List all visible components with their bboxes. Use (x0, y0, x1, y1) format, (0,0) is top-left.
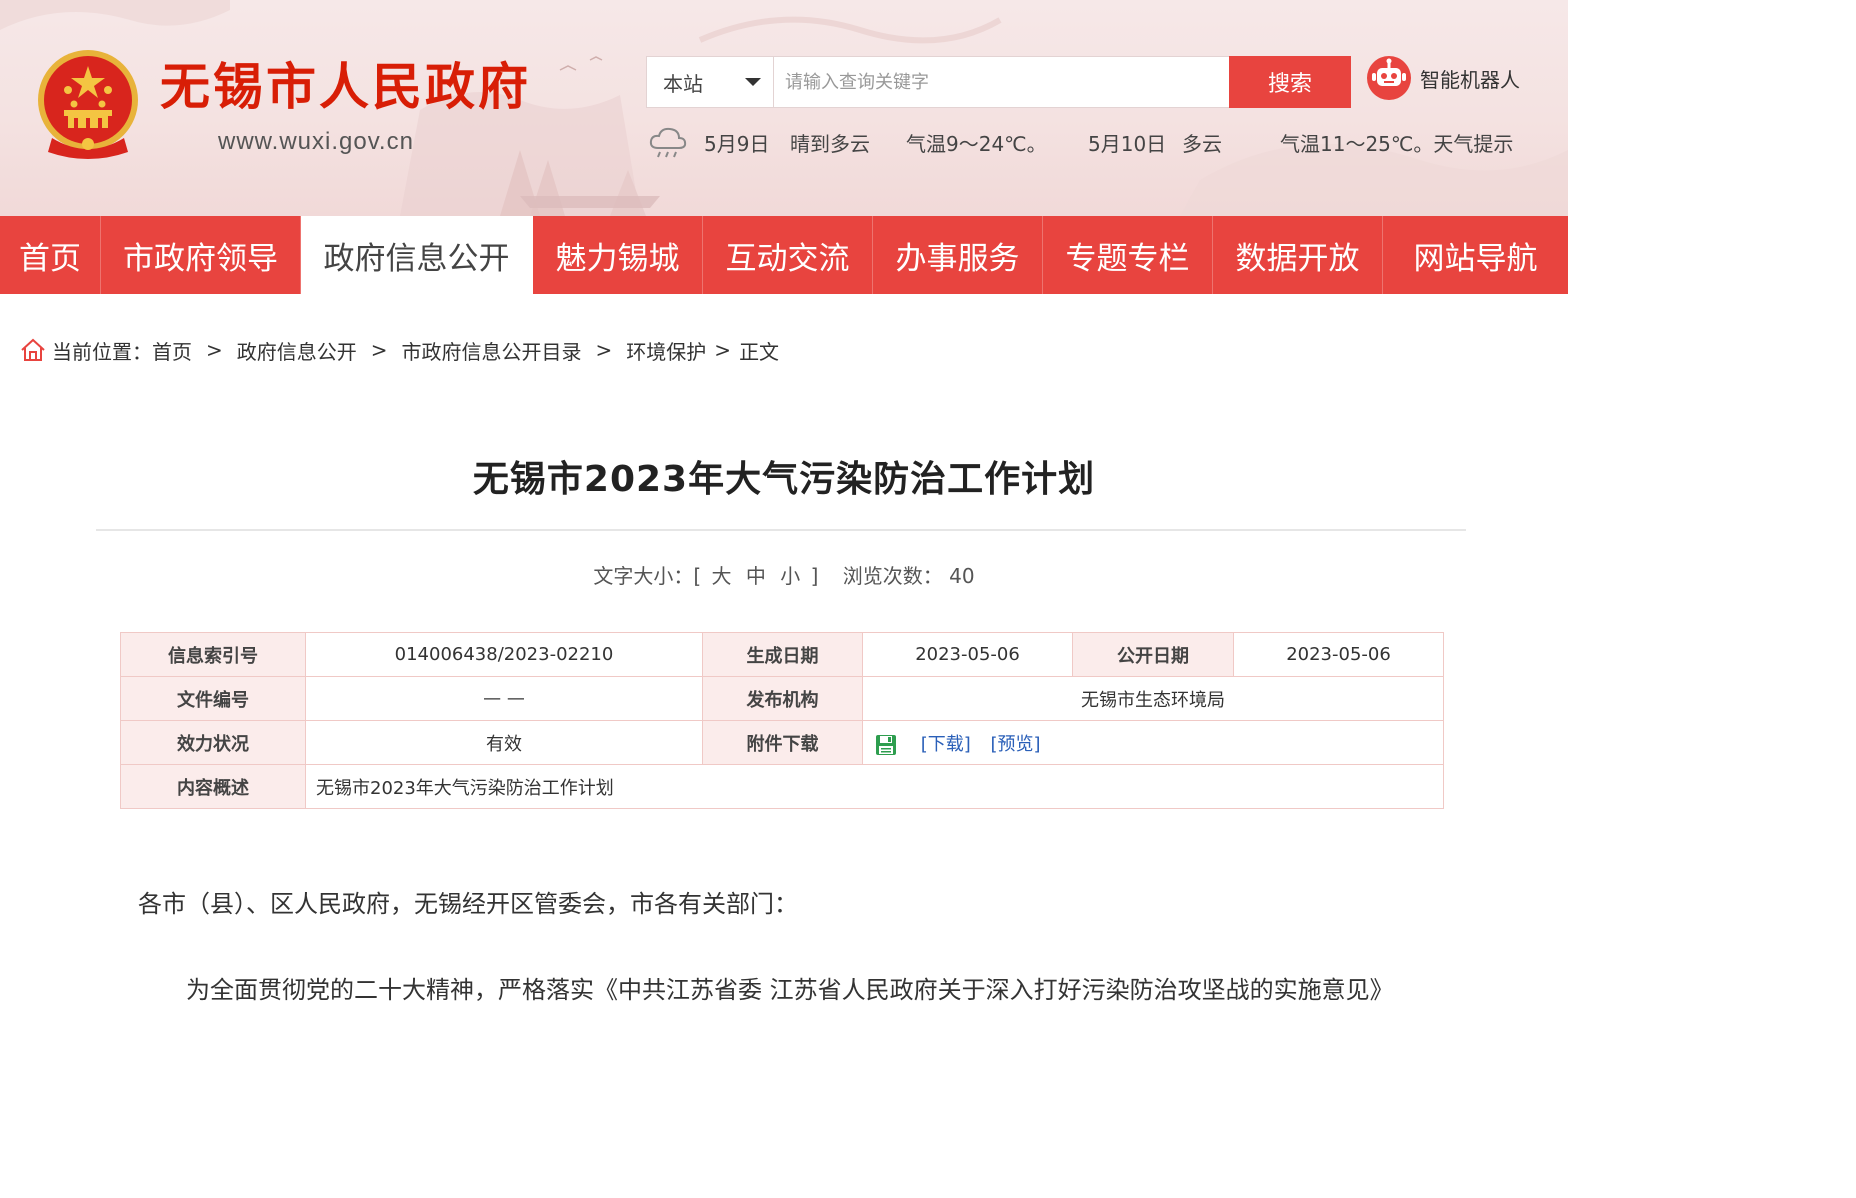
body-salutation: 各市（县）、区人民政府，无锡经开区管委会，市各有关部门： (138, 890, 798, 918)
nav-item-services[interactable]: 办事服务 (873, 216, 1043, 294)
cloudy-weather-icon (649, 127, 687, 158)
weather-day1-date: 5月9日 (704, 132, 770, 156)
status-value: 有效 (305, 720, 703, 765)
nav-item-charm-xicheng[interactable]: 魅力锡城 (533, 216, 703, 294)
search-scope-value: 本站 (663, 71, 703, 96)
home-icon (21, 338, 45, 361)
index-value: 014006438/2023-02210 (305, 632, 703, 677)
doc-no-value: — — (305, 676, 703, 721)
breadcrumb-current: 正文 (739, 339, 780, 364)
site-name: 无锡市人民政府 (160, 57, 531, 116)
views-label: 浏览次数： (842, 564, 943, 588)
search-scope-select[interactable]: 本站 (647, 57, 774, 107)
robot-label[interactable]: 智能机器人 (1420, 64, 1520, 93)
weather-day1-temp: 气温9～24℃。 (906, 132, 1047, 156)
breadcrumb-separator: > (370, 338, 388, 362)
font-size-close: ] (810, 564, 819, 588)
breadcrumb-home[interactable]: 首页 (152, 336, 192, 365)
index-label: 信息索引号 (120, 632, 306, 677)
weather-day2-date: 5月10日 (1088, 132, 1167, 156)
breadcrumb-separator: > (206, 338, 223, 362)
breadcrumb-catalog[interactable]: 市政府信息公开目录 (402, 336, 582, 365)
info-table: 信息索引号 014006438/2023-02210 生成日期 2023-05-… (120, 632, 1444, 809)
breadcrumb-prefix: 当前位置： (52, 339, 152, 364)
national-emblem-icon (38, 50, 138, 159)
attachment-cell: [下载] [预览] (862, 720, 1444, 765)
published-label: 公开日期 (1072, 632, 1234, 677)
site-url: www.wuxi.gov.cn (218, 128, 414, 155)
search-input[interactable] (775, 57, 1229, 107)
breadcrumb-environment[interactable]: 环境保护 (626, 336, 706, 365)
font-size-label: 文字大小：[ (593, 564, 702, 588)
weather-day1-desc: 晴到多云 (790, 132, 870, 156)
nav-item-topics[interactable]: 专题专栏 (1043, 216, 1213, 294)
title-divider (96, 529, 1466, 531)
status-label: 效力状况 (120, 720, 306, 765)
article-title: 无锡市2023年大气污染防治工作计划 (472, 459, 1096, 500)
summary-value: 无锡市2023年大气污染防治工作计划 (305, 764, 1444, 809)
weather-day2-desc: 多云 (1182, 132, 1222, 156)
preview-link[interactable]: [预览] (991, 734, 1041, 755)
site-header: 无锡市人民政府 www.wuxi.gov.cn 本站 搜索 智能机器人 5月9日… (0, 0, 1568, 216)
article-meta: 文字大小：[ 大 中 小 ] 浏览次数： 40 (0, 560, 1568, 589)
breadcrumb-separator: > (595, 338, 613, 362)
weather-day2-temp: 气温11～25℃。天气提示 (1280, 132, 1514, 156)
breadcrumb: 当前位置： 首页 > 政府信息公开 > 市政府信息公开目录 > 环境保护 > 正… (20, 336, 779, 364)
table-row: 文件编号 — — 发布机构 无锡市生态环境局 (120, 676, 1444, 721)
table-row: 内容概述 无锡市2023年大气污染防治工作计划 (120, 764, 1444, 809)
nav-item-leaders[interactable]: 市政府领导 (101, 216, 301, 294)
font-size-small[interactable]: 小 (780, 560, 800, 589)
created-value: 2023-05-06 (862, 632, 1073, 677)
font-size-large[interactable]: 大 (712, 560, 732, 589)
views-count: 40 (949, 564, 975, 588)
nav-item-interaction[interactable]: 互动交流 (703, 216, 873, 294)
nav-item-open-data[interactable]: 数据开放 (1213, 216, 1383, 294)
save-file-icon (876, 734, 896, 755)
nav-item-gov-info[interactable]: 政府信息公开 (301, 216, 533, 294)
font-size-medium[interactable]: 中 (746, 560, 766, 589)
nav-item-site-nav[interactable]: 网站导航 (1383, 216, 1568, 294)
robot-icon[interactable] (1366, 54, 1412, 102)
doc-no-label: 文件编号 (120, 676, 306, 721)
breadcrumb-separator: > (714, 338, 732, 362)
issuer-label: 发布机构 (702, 676, 863, 721)
caret-down-icon (745, 78, 761, 86)
table-row: 效力状况 有效 附件下载 [下载] [预览] (120, 720, 1444, 765)
search-button[interactable]: 搜索 (1229, 56, 1351, 108)
main-nav: 首页 市政府领导 政府信息公开 魅力锡城 互动交流 办事服务 专题专栏 数据开放… (0, 216, 1568, 294)
published-value: 2023-05-06 (1233, 632, 1444, 677)
nav-item-home[interactable]: 首页 (0, 216, 101, 294)
search-bar: 本站 搜索 (646, 56, 1351, 108)
breadcrumb-gov-info[interactable]: 政府信息公开 (237, 336, 357, 365)
table-row: 信息索引号 014006438/2023-02210 生成日期 2023-05-… (120, 632, 1444, 677)
body-paragraph: 为全面贯彻党的二十大精神，严格落实《中共江苏省委 江苏省人民政府关于深入打好污染… (186, 976, 1394, 1004)
summary-label: 内容概述 (120, 764, 306, 809)
created-label: 生成日期 (702, 632, 863, 677)
issuer-value: 无锡市生态环境局 (862, 676, 1444, 721)
download-link[interactable]: [下载] (921, 734, 971, 755)
attachment-label: 附件下载 (702, 720, 863, 765)
